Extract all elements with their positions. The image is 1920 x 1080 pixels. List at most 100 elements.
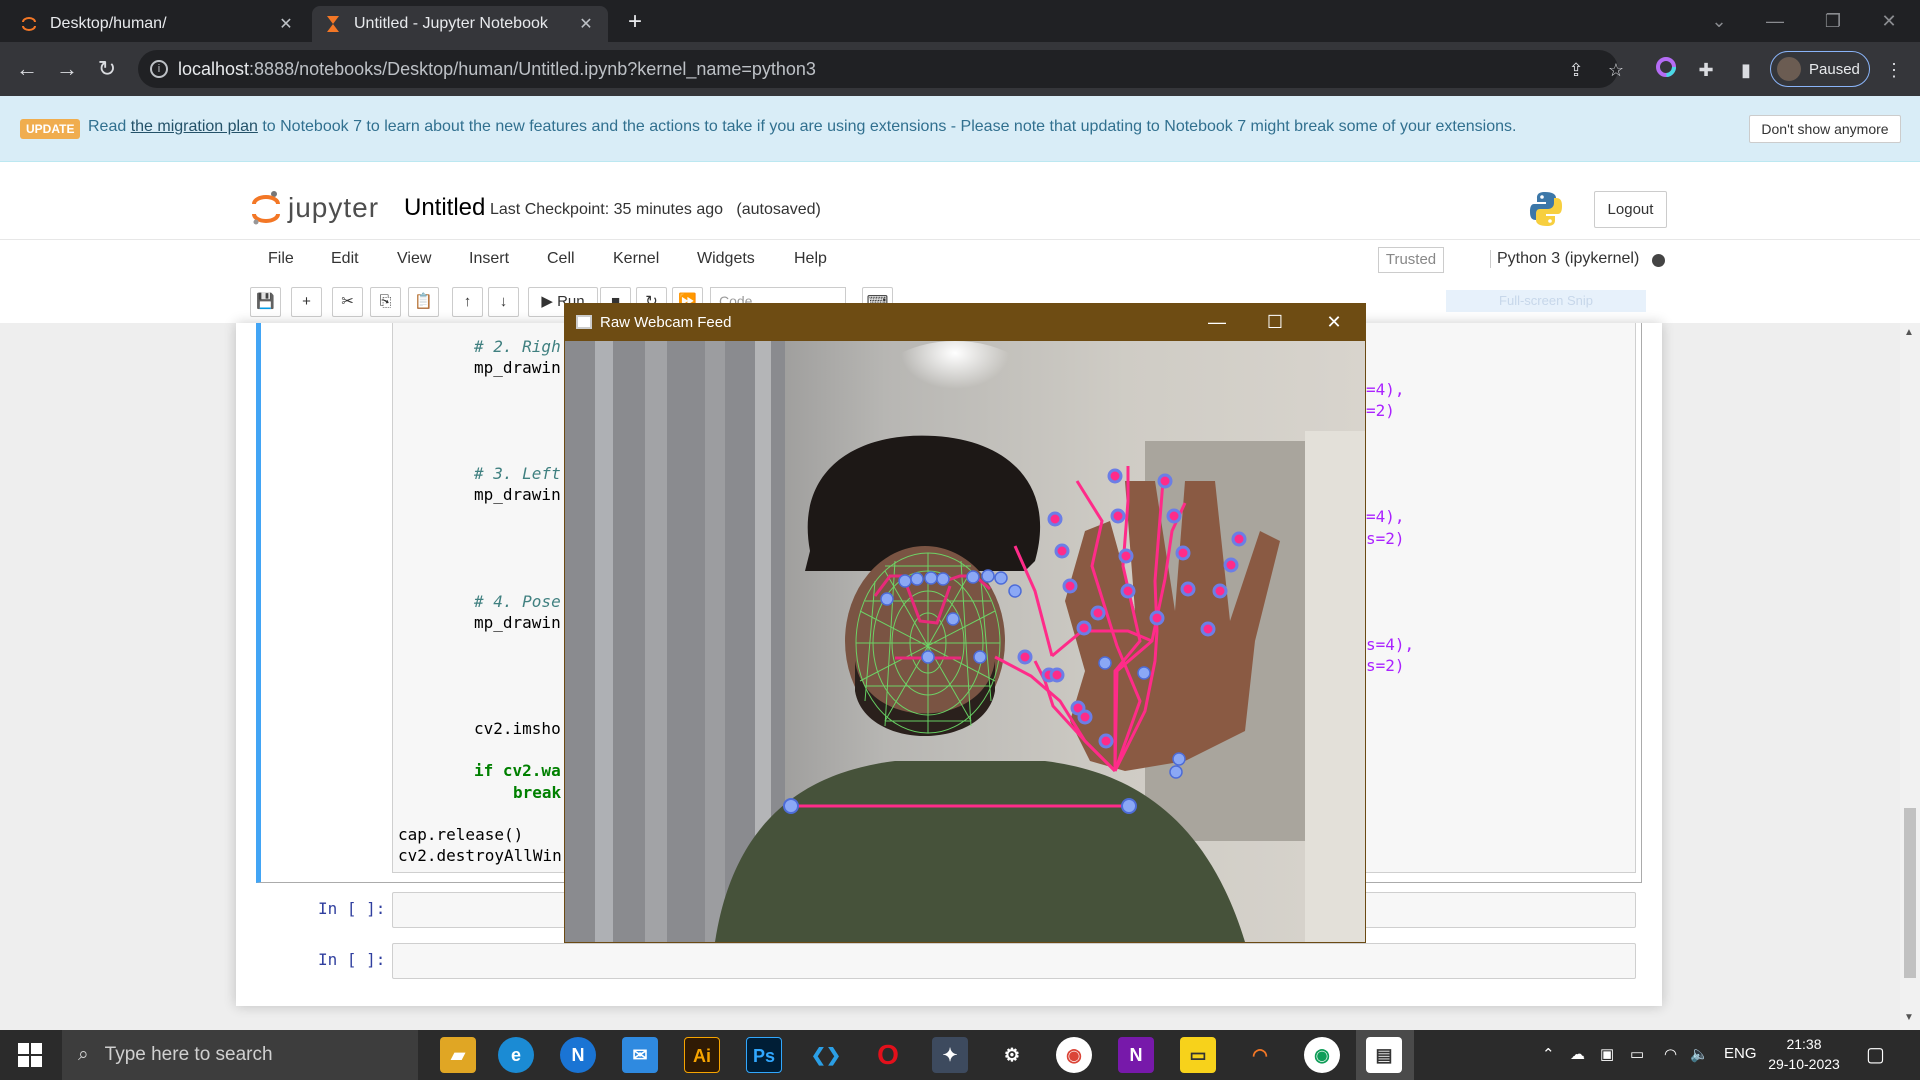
- app-icon[interactable]: N: [560, 1037, 596, 1073]
- insert-cell-icon[interactable]: +: [291, 287, 322, 317]
- sticky-notes-icon[interactable]: ▭: [1180, 1037, 1216, 1073]
- close-icon[interactable]: ✕: [576, 14, 596, 34]
- cut-icon[interactable]: ✂: [332, 287, 363, 317]
- notifications-icon[interactable]: ▢: [1866, 1042, 1885, 1067]
- language-indicator[interactable]: ENG: [1724, 1045, 1757, 1062]
- menu-help[interactable]: Help: [794, 250, 827, 268]
- notepad-icon[interactable]: ▤: [1366, 1037, 1402, 1073]
- vscode-icon[interactable]: ❮❯: [808, 1037, 844, 1073]
- close-icon[interactable]: ✕: [276, 14, 296, 34]
- site-info-icon[interactable]: i: [150, 60, 168, 78]
- volume-icon[interactable]: 🔈: [1690, 1045, 1709, 1063]
- chrome-icon[interactable]: ◉: [1056, 1037, 1092, 1073]
- empty-code-cell[interactable]: [392, 943, 1636, 979]
- save-icon[interactable]: 💾: [250, 287, 281, 317]
- restore-icon[interactable]: ❐: [1810, 6, 1856, 36]
- avatar: [1777, 57, 1801, 81]
- settings-gear-icon[interactable]: ⚙: [994, 1037, 1030, 1073]
- migration-plan-link[interactable]: the migration plan: [131, 118, 258, 135]
- back-icon[interactable]: ←: [12, 54, 42, 84]
- menu-file[interactable]: File: [268, 250, 294, 268]
- menu-insert[interactable]: Insert: [469, 250, 509, 268]
- tab-label: Untitled - Jupyter Notebook: [354, 15, 548, 32]
- jupyter-taskbar-icon[interactable]: ◠: [1242, 1037, 1278, 1073]
- code-line: s=2): [1366, 529, 1405, 548]
- forward-icon[interactable]: →: [52, 54, 82, 84]
- clock-time: 21:38: [1786, 1036, 1822, 1052]
- maximize-icon[interactable]: ☐: [1246, 303, 1304, 341]
- bookmark-star-icon[interactable]: ☆: [1602, 56, 1630, 84]
- code-line: s=4),: [1366, 635, 1415, 654]
- jupyter-logo-icon: [252, 191, 280, 225]
- logout-button[interactable]: Logout: [1594, 191, 1667, 228]
- onenote-icon[interactable]: N: [1118, 1037, 1154, 1073]
- minimize-icon[interactable]: —: [1188, 303, 1246, 341]
- paste-icon[interactable]: 📋: [408, 287, 439, 317]
- show-hidden-icons[interactable]: ⌃: [1542, 1045, 1555, 1063]
- reload-icon[interactable]: ↻: [92, 54, 122, 84]
- menu-kernel[interactable]: Kernel: [613, 250, 659, 268]
- mail-icon[interactable]: ✉: [622, 1037, 658, 1073]
- scroll-up-icon[interactable]: ▲: [1904, 327, 1914, 338]
- menu-widgets[interactable]: Widgets: [697, 250, 755, 268]
- chrome-profile-icon[interactable]: ◉: [1304, 1037, 1340, 1073]
- profile-button[interactable]: Paused: [1770, 51, 1870, 87]
- menu-view[interactable]: View: [397, 250, 431, 268]
- notebook-name[interactable]: Untitled: [404, 194, 485, 222]
- trusted-indicator[interactable]: Trusted: [1378, 247, 1444, 273]
- edge-icon[interactable]: e: [498, 1037, 534, 1073]
- menu-cell[interactable]: Cell: [547, 250, 575, 268]
- webcam-title: Raw Webcam Feed: [600, 314, 732, 331]
- code-line: cv2.destroyAllWin: [398, 846, 562, 865]
- kernel-name[interactable]: Python 3 (ipykernel): [1490, 250, 1639, 268]
- code-line: s=2): [1366, 656, 1405, 675]
- minimize-icon[interactable]: —: [1752, 6, 1798, 36]
- copy-icon[interactable]: ⎘: [370, 287, 401, 317]
- scrollbar-thumb[interactable]: [1904, 808, 1916, 978]
- battery-icon[interactable]: ▭: [1630, 1045, 1644, 1063]
- banner-message: Read the migration plan to Notebook 7 to…: [88, 118, 1517, 135]
- jupyter-icon: [20, 15, 38, 33]
- menu-kebab-icon[interactable]: ⋮: [1880, 56, 1908, 84]
- color-extension-icon[interactable]: [1652, 56, 1680, 84]
- jupyter-wordmark: jupyter: [288, 192, 380, 223]
- code-line: cap.release(): [398, 825, 524, 844]
- tab-desktop-human[interactable]: Desktop/human/ ✕: [8, 6, 308, 42]
- url-text: localhost:8888/notebooks/Desktop/human/U…: [178, 59, 816, 79]
- tray-device-icon[interactable]: ▣: [1600, 1045, 1614, 1063]
- photoshop-icon[interactable]: Ps: [746, 1037, 782, 1073]
- code-line: =2): [1366, 401, 1395, 420]
- close-icon[interactable]: ✕: [1305, 303, 1363, 341]
- file-explorer-icon[interactable]: ▰: [440, 1037, 476, 1073]
- new-tab-button[interactable]: +: [620, 8, 650, 38]
- menu-edit[interactable]: Edit: [331, 250, 359, 268]
- code-line: cv2.imsho: [474, 719, 561, 738]
- wifi-icon[interactable]: ◠: [1664, 1045, 1677, 1063]
- move-up-icon[interactable]: ↑: [452, 287, 483, 317]
- tab-untitled-notebook[interactable]: Untitled - Jupyter Notebook ✕: [312, 6, 608, 42]
- dont-show-button[interactable]: Don't show anymore: [1749, 115, 1901, 143]
- snip-hint: Full-screen Snip: [1446, 290, 1646, 312]
- clock-date: 29-10-2023: [1768, 1056, 1840, 1072]
- opera-icon[interactable]: O: [870, 1037, 906, 1073]
- windows-start-icon[interactable]: [16, 1041, 44, 1069]
- kernel-status-icon: [1652, 254, 1665, 267]
- code-line: if cv2.wa: [474, 761, 561, 780]
- search-placeholder: Type here to search: [104, 1044, 273, 1065]
- code-line: break: [513, 783, 562, 802]
- jupyter-logo[interactable]: jupyter: [250, 188, 390, 228]
- side-panel-icon[interactable]: ▮: [1732, 56, 1760, 84]
- illustrator-icon[interactable]: Ai: [684, 1037, 720, 1073]
- taskbar-clock[interactable]: 21:38 29-10-2023: [1762, 1034, 1846, 1074]
- taskbar-search-box[interactable]: ⌕ Type here to search: [62, 1030, 418, 1080]
- scroll-down-icon[interactable]: ▼: [1904, 1012, 1914, 1023]
- resolve-icon[interactable]: ✦: [932, 1037, 968, 1073]
- close-window-icon[interactable]: ✕: [1866, 6, 1912, 36]
- extensions-puzzle-icon[interactable]: ✚: [1692, 56, 1720, 84]
- onedrive-icon[interactable]: ☁: [1570, 1045, 1585, 1063]
- move-down-icon[interactable]: ↓: [488, 287, 519, 317]
- tab-search-icon[interactable]: ⌄: [1696, 6, 1742, 36]
- share-icon[interactable]: ⇪: [1562, 56, 1590, 84]
- code-comment-right-hand: # 2. Righ: [474, 337, 561, 356]
- code-line: mp_drawin: [474, 358, 561, 377]
